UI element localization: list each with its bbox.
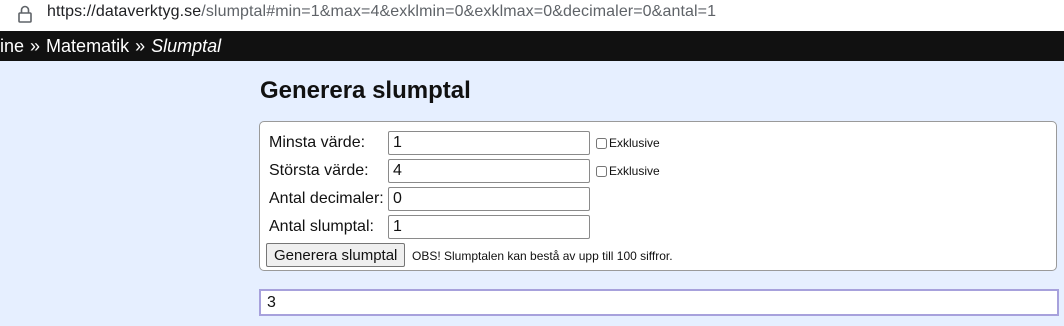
digits-note: OBS! Slumptalen kan bestå av upp till 10… <box>412 249 673 263</box>
max-label: Största värde: <box>269 162 369 179</box>
url-text[interactable]: https://dataverktyg.se/slumptal#min=1&ma… <box>47 3 716 21</box>
url-host: https://dataverktyg.se <box>47 3 202 20</box>
max-exclusive-label: Exklusive <box>609 164 660 178</box>
breadcrumb: ine » Matematik » Slumptal <box>0 31 1064 61</box>
count-label: Antal slumptal: <box>269 218 374 235</box>
random-number-form: Minsta värde: Exklusive Största värde: E… <box>259 121 1057 271</box>
count-input[interactable] <box>388 215 590 239</box>
breadcrumb-separator: » <box>135 35 146 56</box>
url-path: /slumptal#min=1&max=4&exklmin=0&exklmax=… <box>201 3 717 20</box>
min-exclusive-label: Exklusive <box>609 136 660 150</box>
decimals-input[interactable] <box>388 187 590 211</box>
min-input[interactable] <box>388 131 590 155</box>
min-exclusive-checkbox[interactable] <box>596 137 607 149</box>
breadcrumb-separator: » <box>30 35 41 56</box>
decimals-row: Antal decimaler: <box>269 187 590 211</box>
breadcrumb-item-home[interactable]: ine <box>0 36 24 57</box>
generate-button[interactable]: Generera slumptal <box>266 243 406 267</box>
breadcrumb-item-matematik[interactable]: Matematik <box>46 36 129 57</box>
max-row: Största värde: Exklusive <box>269 159 660 183</box>
min-row: Minsta värde: Exklusive <box>269 131 660 155</box>
decimals-label: Antal decimaler: <box>269 190 384 207</box>
result-field[interactable] <box>259 289 1059 316</box>
breadcrumb-item-current: Slumptal <box>151 35 222 56</box>
count-row: Antal slumptal: <box>269 215 590 239</box>
browser-address-bar[interactable]: https://dataverktyg.se/slumptal#min=1&ma… <box>0 0 1064 31</box>
min-label: Minsta värde: <box>269 134 366 151</box>
max-input[interactable] <box>388 159 590 183</box>
max-exclusive-checkbox[interactable] <box>596 165 607 177</box>
lock-icon <box>18 5 32 23</box>
page-title: Generera slumptal <box>260 77 471 104</box>
